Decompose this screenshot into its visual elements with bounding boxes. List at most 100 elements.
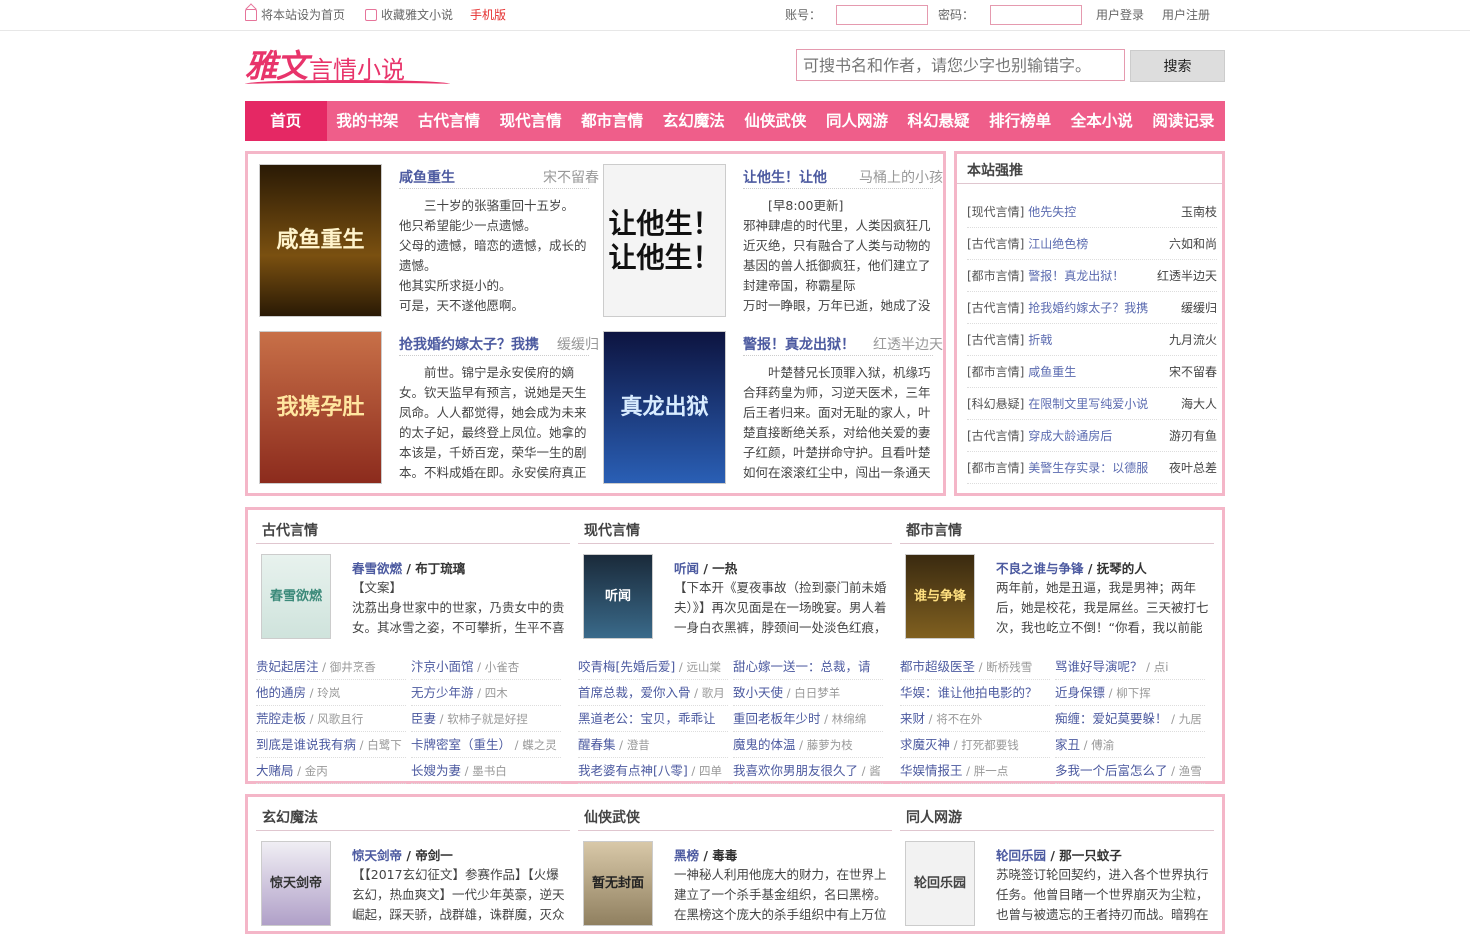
favorite-link[interactable]: 收藏雅文小说 — [365, 6, 453, 23]
list-author[interactable]: 远山棠 — [686, 660, 721, 674]
list-author[interactable]: 蝶之灵 — [522, 738, 557, 752]
list-book[interactable]: 长嫂为妻 — [411, 763, 461, 778]
list-book[interactable]: 黑道老公：宝贝，乖乖让 — [578, 711, 716, 726]
book-cover[interactable]: 听闻 — [583, 554, 653, 639]
category-title[interactable]: 玄幻魔法 — [262, 807, 318, 827]
search-button[interactable]: 搜索 — [1130, 50, 1225, 82]
list-author[interactable]: 金丙 — [305, 764, 328, 778]
list-book[interactable]: 咬青梅[先婚后爱] — [578, 659, 675, 674]
list-book[interactable]: 痴缠：爱妃莫要躲！ — [1055, 711, 1168, 726]
nav-item-0[interactable]: 首页 — [245, 101, 327, 141]
list-author[interactable]: 白日梦羊 — [794, 686, 840, 700]
nav-item-4[interactable]: 都市言情 — [571, 101, 653, 141]
list-author[interactable]: 小雀杏 — [485, 660, 520, 674]
list-book[interactable]: 醒春集 — [578, 737, 616, 752]
list-book[interactable]: 汴京小面馆 — [411, 659, 474, 674]
row-author[interactable]: 宋不留春 — [1169, 356, 1217, 388]
list-book[interactable]: 多我一个后富怎么了 — [1055, 763, 1168, 778]
category-title[interactable]: 古代言情 — [262, 520, 318, 540]
book-cover[interactable]: 我携孕肚 — [259, 331, 382, 484]
book-cover[interactable]: 真龙出狱 — [603, 331, 726, 484]
list-book[interactable]: 荒腔走板 — [256, 711, 306, 726]
password-input[interactable] — [990, 5, 1082, 25]
list-book[interactable]: 首席总裁，爱你入骨 — [578, 685, 691, 700]
nav-item-7[interactable]: 同人网游 — [816, 101, 898, 141]
row-author[interactable]: 游刃有鱼 — [1169, 420, 1217, 452]
row-book[interactable]: 他先失控 — [1028, 205, 1076, 219]
list-book[interactable]: 致小天使 — [733, 685, 783, 700]
list-author[interactable]: 澄昔 — [627, 738, 650, 752]
category-title[interactable]: 都市言情 — [906, 520, 962, 540]
category-title[interactable]: 现代言情 — [584, 520, 640, 540]
category-title[interactable]: 仙侠武侠 — [584, 807, 640, 827]
list-book[interactable]: 我喜欢你男朋友很久了 — [733, 763, 858, 778]
list-author[interactable]: 玲岚 — [317, 686, 340, 700]
list-book[interactable]: 重回老板年少时 — [733, 711, 821, 726]
list-author[interactable]: 白鹭下 — [367, 738, 402, 752]
list-book[interactable]: 臣妻 — [411, 711, 436, 726]
list-author[interactable]: 打死都要钱 — [961, 738, 1019, 752]
list-author[interactable]: 歌月 — [702, 686, 725, 700]
row-author[interactable]: 红透半边天 — [1157, 260, 1217, 292]
list-author[interactable]: 四单 — [699, 764, 722, 778]
list-author[interactable]: 酱 — [869, 764, 881, 778]
list-author[interactable]: 御井烹香 — [330, 660, 376, 674]
top-book-title[interactable]: 轮回乐园 — [996, 848, 1046, 863]
row-book[interactable]: 在限制文里写纯爱小说 — [1028, 397, 1148, 411]
row-author[interactable]: 缓缓归 — [1181, 292, 1217, 324]
list-book[interactable]: 华娱：谁让他拍电影的？ — [900, 685, 1038, 700]
book-cover[interactable]: 暂无封面 — [583, 841, 653, 926]
top-book-author[interactable]: 一热 — [712, 561, 737, 576]
book-title[interactable]: 让他生！让他 — [743, 167, 827, 187]
list-book[interactable]: 家丑 — [1055, 737, 1080, 752]
book-author[interactable]: 宋不留春 — [543, 167, 599, 187]
top-book-title[interactable]: 惊天剑帝 — [352, 848, 402, 863]
top-book-title[interactable]: 春雪欲燃 — [352, 561, 402, 576]
book-cover[interactable]: 春雪欲燃 — [261, 554, 331, 639]
category-title[interactable]: 同人网游 — [906, 807, 962, 827]
list-book[interactable]: 都市超级医圣 — [900, 659, 975, 674]
list-author[interactable]: 将不在外 — [936, 712, 982, 726]
list-book[interactable]: 求魔灭神 — [900, 737, 950, 752]
top-book-author[interactable]: 布丁琉璃 — [415, 561, 465, 576]
nav-item-9[interactable]: 排行榜单 — [979, 101, 1061, 141]
book-author[interactable]: 红透半边天 — [873, 334, 943, 354]
row-author[interactable]: 六如和尚 — [1169, 228, 1217, 260]
top-book-title[interactable]: 不良之谁与争锋 — [996, 561, 1084, 576]
list-book[interactable]: 骂谁好导演呢？ — [1055, 659, 1143, 674]
nav-item-6[interactable]: 仙侠武侠 — [735, 101, 817, 141]
list-author[interactable]: 九居 — [1179, 712, 1202, 726]
list-book[interactable]: 魔鬼的体温 — [733, 737, 796, 752]
list-author[interactable]: 柳下挥 — [1116, 686, 1151, 700]
list-book[interactable]: 他的通房 — [256, 685, 306, 700]
book-cover[interactable]: 让他生！让他生！ — [603, 164, 726, 317]
top-book-author[interactable]: 抚琴的人 — [1097, 561, 1147, 576]
list-author[interactable]: 胖一点 — [974, 764, 1009, 778]
list-book[interactable]: 来财 — [900, 711, 925, 726]
book-title[interactable]: 警报！真龙出狱！ — [743, 334, 855, 354]
book-author[interactable]: 马桶上的小孩 — [859, 167, 943, 187]
list-book[interactable]: 贵妃起居注 — [256, 659, 319, 674]
list-book[interactable]: 甜心嫁一送一：总裁，请 — [733, 659, 871, 674]
mobile-link[interactable]: 手机版 — [470, 6, 506, 23]
list-author[interactable]: 软柿子就是好捏 — [447, 712, 528, 726]
book-cover[interactable]: 轮回乐园 — [905, 841, 975, 926]
account-input[interactable] — [836, 5, 928, 25]
top-book-title[interactable]: 听闻 — [674, 561, 699, 576]
book-title[interactable]: 抢我婚约嫁太子？我携 — [399, 334, 539, 354]
list-book[interactable]: 到底是谁说我有病 — [256, 737, 356, 752]
row-book[interactable]: 江山绝色榜 — [1028, 237, 1088, 251]
list-author[interactable]: 林绵绵 — [832, 712, 867, 726]
nav-item-8[interactable]: 科幻悬疑 — [898, 101, 980, 141]
list-author[interactable]: 断桥残雪 — [986, 660, 1032, 674]
row-book[interactable]: 折戟 — [1028, 333, 1052, 347]
top-book-author[interactable]: 毒毒 — [712, 848, 737, 863]
row-book[interactable]: 美警生存实录：以德服 — [1028, 461, 1148, 475]
top-book-author[interactable]: 那一只蚊子 — [1059, 848, 1122, 863]
row-author[interactable]: 夜叶总差 — [1169, 452, 1217, 484]
row-author[interactable]: 海大人 — [1181, 388, 1217, 420]
row-book[interactable]: 咸鱼重生 — [1028, 365, 1076, 379]
book-author[interactable]: 缓缓归 — [557, 334, 599, 354]
login-link[interactable]: 用户登录 — [1096, 6, 1144, 23]
site-logo[interactable]: 雅文 言情小说 — [245, 45, 450, 87]
